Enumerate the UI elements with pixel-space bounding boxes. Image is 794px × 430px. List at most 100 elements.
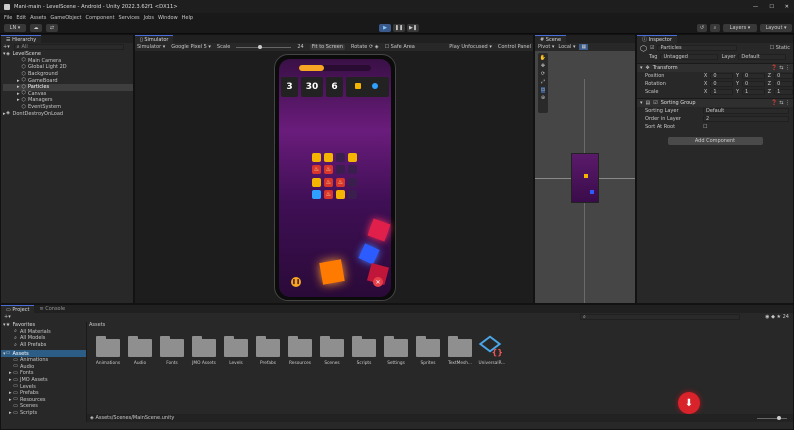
- asset-folder[interactable]: Animations: [93, 336, 123, 366]
- scale-tool-icon[interactable]: ⤢: [541, 79, 545, 85]
- account-button[interactable]: LN ▾: [4, 24, 26, 32]
- menu-jobs[interactable]: Jobs: [144, 15, 154, 21]
- hand-tool-icon[interactable]: ✋: [540, 55, 546, 61]
- component-menu-icon[interactable]: ❓ ⇆ ⋮: [771, 100, 790, 106]
- assets-breadcrumb[interactable]: Assets: [89, 322, 793, 330]
- menu-services[interactable]: Services: [119, 15, 140, 21]
- menu-component[interactable]: Component: [86, 15, 115, 21]
- tile-fire[interactable]: ♨: [324, 165, 333, 175]
- close-button[interactable]: ✕: [785, 4, 789, 10]
- project-tab[interactable]: ▭ Project: [1, 305, 35, 313]
- minimize-button[interactable]: —: [753, 4, 758, 10]
- rotate-tool-icon[interactable]: ⟳: [541, 71, 545, 77]
- menu-edit[interactable]: Edit: [16, 15, 26, 21]
- step-button[interactable]: ▶❚: [407, 24, 419, 32]
- add-icon[interactable]: +▾: [4, 314, 11, 320]
- hierarchy-tab[interactable]: ☰ Hierarchy: [1, 35, 42, 43]
- sorting-layer-dropdown[interactable]: Default: [703, 108, 789, 114]
- scale-y-field[interactable]: 1: [742, 89, 765, 95]
- scale-slider[interactable]: [236, 44, 292, 49]
- tree-folder[interactable]: ▸ ▭ Scripts: [1, 410, 86, 417]
- menu-assets[interactable]: Assets: [30, 15, 46, 21]
- inspector-tab[interactable]: ⓘ Inspector: [637, 35, 677, 43]
- scale-z-field[interactable]: 1: [774, 89, 793, 95]
- object-name-field[interactable]: Particles: [657, 45, 738, 51]
- asset-folder[interactable]: Resources: [285, 336, 315, 366]
- rotate-button[interactable]: Rotate ⟳ ◈: [351, 44, 379, 50]
- scene-tab[interactable]: # Scene: [535, 35, 567, 43]
- layer-dropdown[interactable]: Default: [738, 54, 787, 60]
- asset-folder[interactable]: Prefabs: [253, 336, 283, 366]
- play-mode-dropdown[interactable]: Play Unfocused ▾: [449, 44, 492, 50]
- history-icon[interactable]: ↺: [697, 24, 707, 32]
- asset-folder[interactable]: Settings: [381, 336, 411, 366]
- snap-icon[interactable]: ▦: [579, 44, 589, 50]
- asset-folder[interactable]: JMO Assets: [189, 336, 219, 366]
- add-component-button[interactable]: Add Component: [667, 137, 763, 145]
- hierarchy-item[interactable]: ▸ ⬡ Managers: [3, 97, 133, 104]
- asset-render-pipeline[interactable]: {} UniversalR...: [477, 335, 507, 366]
- rect-tool-icon[interactable]: ▭: [540, 87, 546, 93]
- scene-camera-view[interactable]: [571, 153, 599, 203]
- layout-dropdown[interactable]: Layout ▾: [760, 24, 792, 32]
- favorite-item[interactable]: ⌕ All Models: [1, 335, 86, 342]
- tile-fire[interactable]: ♨: [336, 177, 345, 187]
- move-tool-icon[interactable]: ✥: [541, 63, 545, 69]
- project-search-input[interactable]: ⌕: [580, 314, 740, 320]
- scale-x-field[interactable]: 1: [710, 89, 733, 95]
- position-y-field[interactable]: 0: [742, 73, 765, 79]
- hierarchy-item[interactable]: ⬡ EventSystem: [3, 104, 133, 111]
- tile-yellow[interactable]: [312, 153, 321, 162]
- cloud-icon[interactable]: ☁: [30, 24, 42, 32]
- tree-folder[interactable]: ▭ Scenes: [1, 403, 86, 410]
- icon-size-slider[interactable]: [757, 415, 787, 420]
- play-button[interactable]: ▶: [379, 24, 391, 32]
- menu-file[interactable]: File: [4, 15, 12, 21]
- tile-fire[interactable]: ♨: [324, 177, 333, 187]
- rotation-z-field[interactable]: 0: [774, 81, 793, 87]
- sorting-group-checkbox[interactable]: ☑: [653, 100, 657, 106]
- tile-yellow[interactable]: [348, 153, 357, 162]
- tile-yellow[interactable]: [312, 177, 321, 187]
- close-game-icon[interactable]: ✕: [373, 277, 383, 287]
- console-tab[interactable]: ≡ Console: [34, 305, 71, 313]
- dontdestroy-row[interactable]: ▸ ◈ DontDestroyOnLoad: [3, 110, 133, 117]
- tile-fire[interactable]: ♨: [312, 165, 321, 175]
- game-board[interactable]: ♨ ♨ ♨ ♨ ♨: [312, 153, 360, 201]
- filter-icons[interactable]: ◉ ◆ ★ 24: [765, 314, 789, 320]
- hierarchy-item[interactable]: ⬡ Global Light 2D: [3, 64, 133, 71]
- transform-tool-icon[interactable]: ⊕: [541, 95, 545, 101]
- asset-folder[interactable]: Scenes: [317, 336, 347, 366]
- static-toggle[interactable]: ☐ Static: [770, 45, 790, 51]
- tile-fire[interactable]: ♨: [324, 189, 333, 199]
- layers-dropdown[interactable]: Layers ▾: [723, 24, 757, 32]
- asset-folder[interactable]: Levels: [221, 336, 251, 366]
- pause-game-icon[interactable]: ❚❚: [291, 277, 301, 287]
- collab-icon[interactable]: ⇄: [46, 24, 58, 32]
- tree-folder[interactable]: ▸ ▭ Fonts: [1, 370, 86, 377]
- asset-folder[interactable]: TextMesh...: [445, 336, 475, 366]
- assets-root-row[interactable]: ▾ ▭ Assets: [1, 350, 86, 357]
- favorite-item[interactable]: ⌕ All Prefabs: [1, 342, 86, 349]
- asset-folder[interactable]: Fonts: [157, 336, 187, 366]
- transform-header[interactable]: ▾ ✥ Transform ❓ ⇆ ⋮: [637, 63, 793, 72]
- local-dropdown[interactable]: Local ▾: [558, 44, 575, 50]
- pause-button[interactable]: ❚❚: [393, 24, 405, 32]
- control-panel-button[interactable]: Control Panel: [498, 44, 531, 50]
- device-dropdown[interactable]: Google Pixel 5 ▾: [171, 44, 211, 50]
- sorting-group-header[interactable]: ▾ ▤ ☑ Sorting Group ❓ ⇆ ⋮: [637, 98, 793, 107]
- hierarchy-search-input[interactable]: ⌕ All: [13, 44, 124, 50]
- asset-folder[interactable]: Sprites: [413, 336, 443, 366]
- simulator-tab[interactable]: ▯ Simulator: [135, 35, 174, 43]
- position-z-field[interactable]: 0: [774, 73, 793, 79]
- active-checkbox[interactable]: ☑: [650, 45, 654, 51]
- search-icon[interactable]: ⌕: [710, 24, 720, 32]
- tile-blue[interactable]: [312, 189, 321, 199]
- order-in-layer-field[interactable]: 2: [703, 116, 789, 122]
- download-icon[interactable]: ⬇: [678, 392, 700, 414]
- pivot-dropdown[interactable]: Pivot ▾: [538, 44, 554, 50]
- tile-yellow[interactable]: [324, 153, 333, 162]
- simulator-mode-dropdown[interactable]: Simulator ▾: [137, 44, 165, 50]
- menu-window[interactable]: Window: [158, 15, 178, 21]
- menu-help[interactable]: Help: [182, 15, 193, 21]
